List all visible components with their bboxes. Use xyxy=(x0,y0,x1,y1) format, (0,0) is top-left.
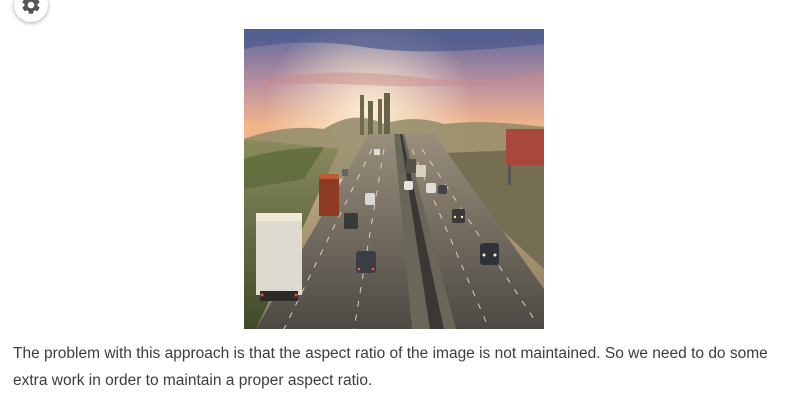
gear-icon xyxy=(20,0,42,16)
settings-button[interactable] xyxy=(14,0,48,22)
highway-photo xyxy=(244,29,544,329)
body-paragraph: The problem with this approach is that t… xyxy=(13,345,768,389)
